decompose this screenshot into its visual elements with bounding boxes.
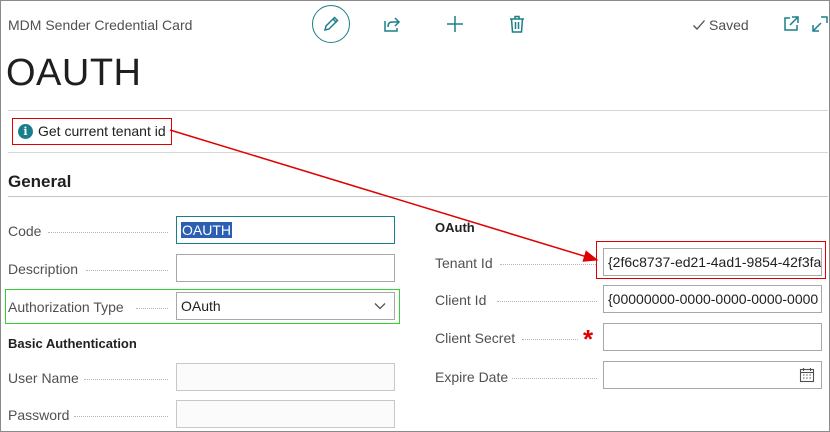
annotation-arrow bbox=[169, 129, 599, 262]
